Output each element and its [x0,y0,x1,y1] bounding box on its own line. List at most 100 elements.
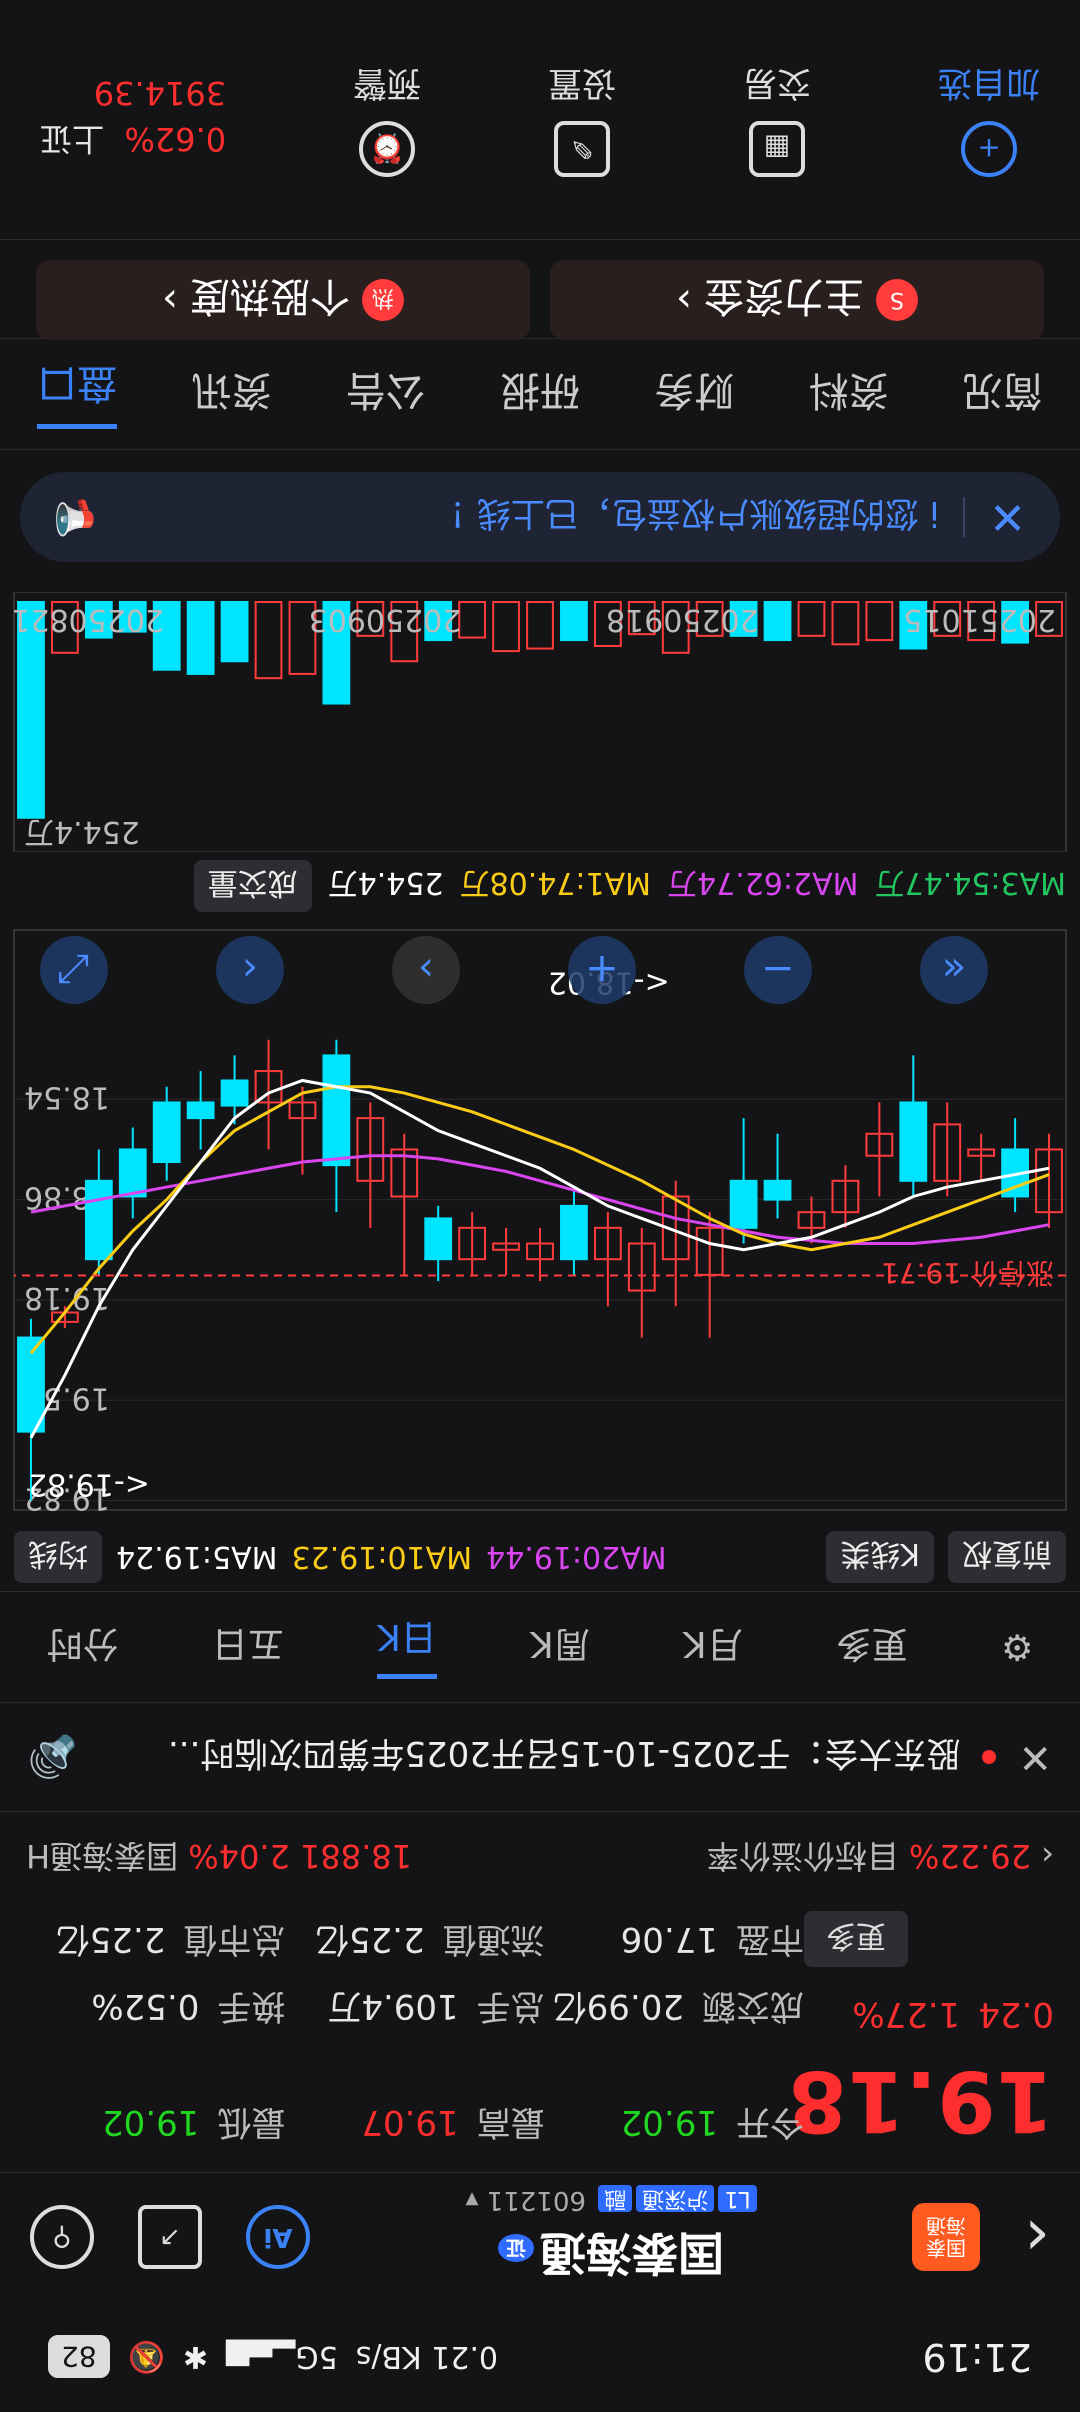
limit-price-label: 涨停价 19.71 [881,1256,1054,1289]
low-cell: 最低 19.02 [102,2102,286,2142]
screen: 21:19 0.21 KB/s 5G▂▄▆ ✱ 🔕 82 ‹ 国泰 海通 国泰海通… [0,0,1080,2412]
volume-svg[interactable]: 254.4万 20251015 20250918 20250903 20250821 [0,591,1080,853]
candle-body [424,1217,453,1261]
settings-button[interactable]: ✎ 设置 [548,62,616,177]
stock-code: 601211 [486,2185,587,2216]
nav-button-glyph: + [585,946,619,992]
detail-tabs: 简况 资料 财务 研报 公告 资讯 盘口 [0,338,1080,450]
cap-cell: 总市值 2.25亿 [55,1919,286,1959]
candle-body [152,1101,181,1163]
volume-bar [458,601,487,639]
plus-icon: + [961,121,1017,177]
period-minute[interactable]: 分时 [47,1621,119,1673]
ma-selector[interactable]: 均线 [14,1531,102,1583]
back-arrow-icon[interactable]: ‹ [990,2201,1050,2275]
volume-bar [220,601,249,663]
period-more[interactable]: 更多 [836,1621,908,1673]
amount-cell: 总手 109.4万 [327,1986,545,2026]
stock-title: 国泰海通证 [310,2224,912,2290]
candle-body [220,1079,249,1107]
ma20-value: MA20:19.44 [486,1539,667,1575]
settings-icon[interactable]: ⚙ [1001,1627,1033,1668]
candle-body [899,1101,928,1182]
volume-bar [763,600,792,642]
share-icon[interactable]: ↗ [138,2205,202,2270]
chevron-left-icon[interactable]: ‹ [216,936,284,1004]
mavol1-value: MA1:74.08万 [459,865,652,900]
period-5day[interactable]: 五日 [212,1621,284,1673]
candle-body [186,1101,215,1120]
announcement-bar[interactable]: ✕ 股东大会：于2025-10-15召开2025年第四次临时... 🔊 [0,1702,1080,1812]
close-icon[interactable]: ✕ [1018,1734,1052,1780]
banner-close-icon[interactable]: ✕ [989,492,1026,543]
period-selector: ⚙ 更多 月K 周K 日K 五日 分时 [0,1591,1080,1702]
date-label: 20251015 [903,602,1056,637]
broker-logo: 国泰 海通 [912,2203,980,2272]
max-price-label: <-19.82 [28,1467,150,1502]
index-value: 3914.39 [93,74,227,113]
ai-assistant-icon[interactable]: Ai [246,2205,310,2270]
zoom-out-icon[interactable]: − [744,936,812,1004]
kline-type[interactable]: K线类 [826,1531,934,1583]
tab-profile[interactable]: 简况 [963,365,1043,423]
mavol2-value: MA2:62.74万 [667,865,859,900]
kline-svg[interactable]: 19.8219.5019.1818.8618.54<-19.82<-18.02涨… [0,920,1080,1520]
tab-info[interactable]: 资料 [809,365,889,423]
trade-button[interactable]: ▦ 交易 [743,62,811,177]
nav-button-glyph: ⤢ [58,946,90,992]
more-button[interactable]: 更多 [804,1911,908,1967]
period-day[interactable]: 日K [377,1614,437,1680]
card-main-capital[interactable]: S 主力资金 › [550,260,1044,340]
card-hotness[interactable]: 热个股热度 › [36,260,530,340]
clock-alert-icon: ⏰ [359,121,416,177]
fq-selector[interactable]: 前复权 [948,1531,1066,1583]
index-ticker[interactable]: 0.62% 上证 3914.39 [40,75,226,165]
volume-max-label: 254.4万 [24,814,140,849]
announcement-text: 股东大会：于2025-10-15召开2025年第四次临时... [167,1733,961,1774]
nav-button-glyph: « [942,946,966,992]
add-watchlist-button[interactable]: + 加自选 [938,62,1040,177]
quote-info-line[interactable]: ‹ 29.22% 目标价溢价率 18.881 2.04% 国泰海通H [26,1835,1054,1881]
quote-grid: 19.18 今开 19.02 最高 19.07 最低 19.02 0.24 1.27% … [26,1911,1054,2150]
candle-body [560,1204,588,1261]
bottom-toolbar: + 加自选 ▦ 交易 ✎ 设置 ⏰ 预警 0.62% 上证 3914.39 [0,0,1080,240]
battery-icon: 82 [48,2335,110,2379]
float-cell: 流通值 2.25亿 [314,1919,545,1959]
pe-cell: 市盈 17.06 [620,1919,804,1959]
kline-chart[interactable]: 19.8219.5019.1818.8618.54<-19.82<-18.02涨… [0,920,1080,1520]
expand-icon[interactable]: ⤢ [40,936,108,1004]
tab-announcements[interactable]: 公告 [346,365,426,423]
chevron-right-icon[interactable]: › [392,936,460,1004]
bluetooth-icon: ✱ [183,2339,209,2375]
change-cell: 0.24 1.27% [852,1994,1054,2034]
tab-news[interactable]: 资讯 [191,365,271,423]
double-left-icon[interactable]: « [920,936,988,1004]
y-tick-label: 18.54 [24,1079,110,1114]
volume-bar [797,601,826,637]
volume-legend: MA3:54.47万 MA2:62.74万 MA1:74.08万 254.4万 … [0,852,1080,920]
volume-chart[interactable]: 254.4万 20251015 20250918 20250903 20250821 [0,591,1080,853]
zoom-in-icon[interactable]: + [568,936,636,1004]
header-actions: Ai ↗ ⚲ [30,2205,310,2270]
chart-frame [13,929,1067,1511]
megaphone-icon: 📢 [54,497,97,537]
ma10-line [29,1085,1050,1355]
period-month[interactable]: 月K [683,1621,743,1673]
ma10-value: MA10:19.23 [291,1539,473,1575]
tab-finance[interactable]: 财务 [654,365,734,423]
hot-icon: 热 [362,279,404,321]
clock: 21:19 [922,2335,1032,2379]
date-label: 20250821 [11,602,164,637]
volume-bar [831,601,860,646]
date-label: 20250903 [309,602,462,637]
volume-selector[interactable]: 成交量 [193,860,312,912]
search-icon[interactable]: ⚲ [30,2205,94,2270]
tab-reports[interactable]: 研报 [500,365,580,423]
period-week[interactable]: 周K [530,1621,590,1673]
candle-body [322,1054,351,1167]
alert-button[interactable]: ⏰ 预警 [353,62,421,177]
candle-body [763,1179,792,1201]
grid-icon: ▦ [749,121,806,177]
promo-banner[interactable]: ✕ i 您的超级账户权益包，已上线 ！ 📢 [20,472,1060,562]
tab-order-book[interactable]: 盘口 [37,358,118,430]
